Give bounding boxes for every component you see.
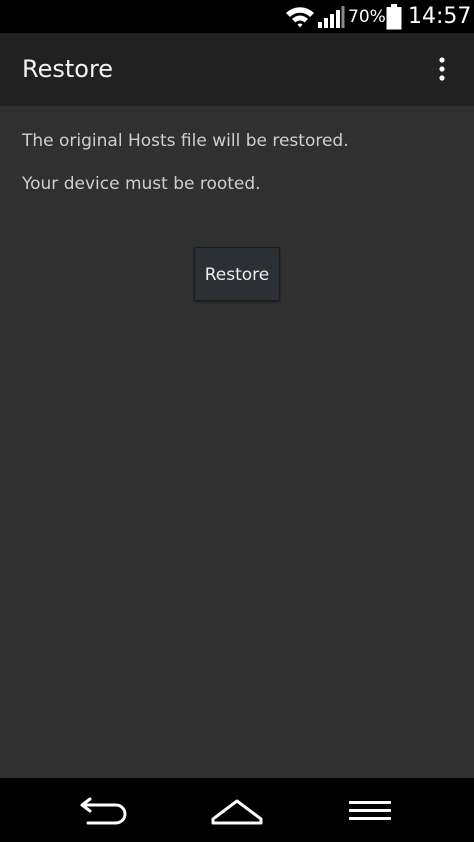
clock: 14:57 (408, 4, 472, 29)
battery-percentage: 70% (348, 7, 386, 27)
battery-icon (386, 4, 402, 30)
restore-button[interactable]: Restore (194, 247, 280, 301)
status-bar: 70% 14:57 (0, 0, 474, 33)
app-bar: Restore (0, 33, 474, 106)
navigation-bar (0, 778, 474, 842)
back-icon[interactable] (76, 792, 132, 828)
home-icon[interactable] (209, 792, 265, 828)
page-title: Restore (22, 55, 114, 83)
info-text-rooted: Your device must be rooted. (22, 174, 261, 194)
content-area: The original Hosts file will be restored… (0, 106, 474, 778)
info-text-restore: The original Hosts file will be restored… (22, 131, 349, 151)
signal-icon (318, 6, 345, 28)
wifi-icon (286, 7, 314, 28)
menu-icon[interactable] (342, 792, 398, 828)
overflow-menu-icon[interactable] (430, 53, 454, 85)
